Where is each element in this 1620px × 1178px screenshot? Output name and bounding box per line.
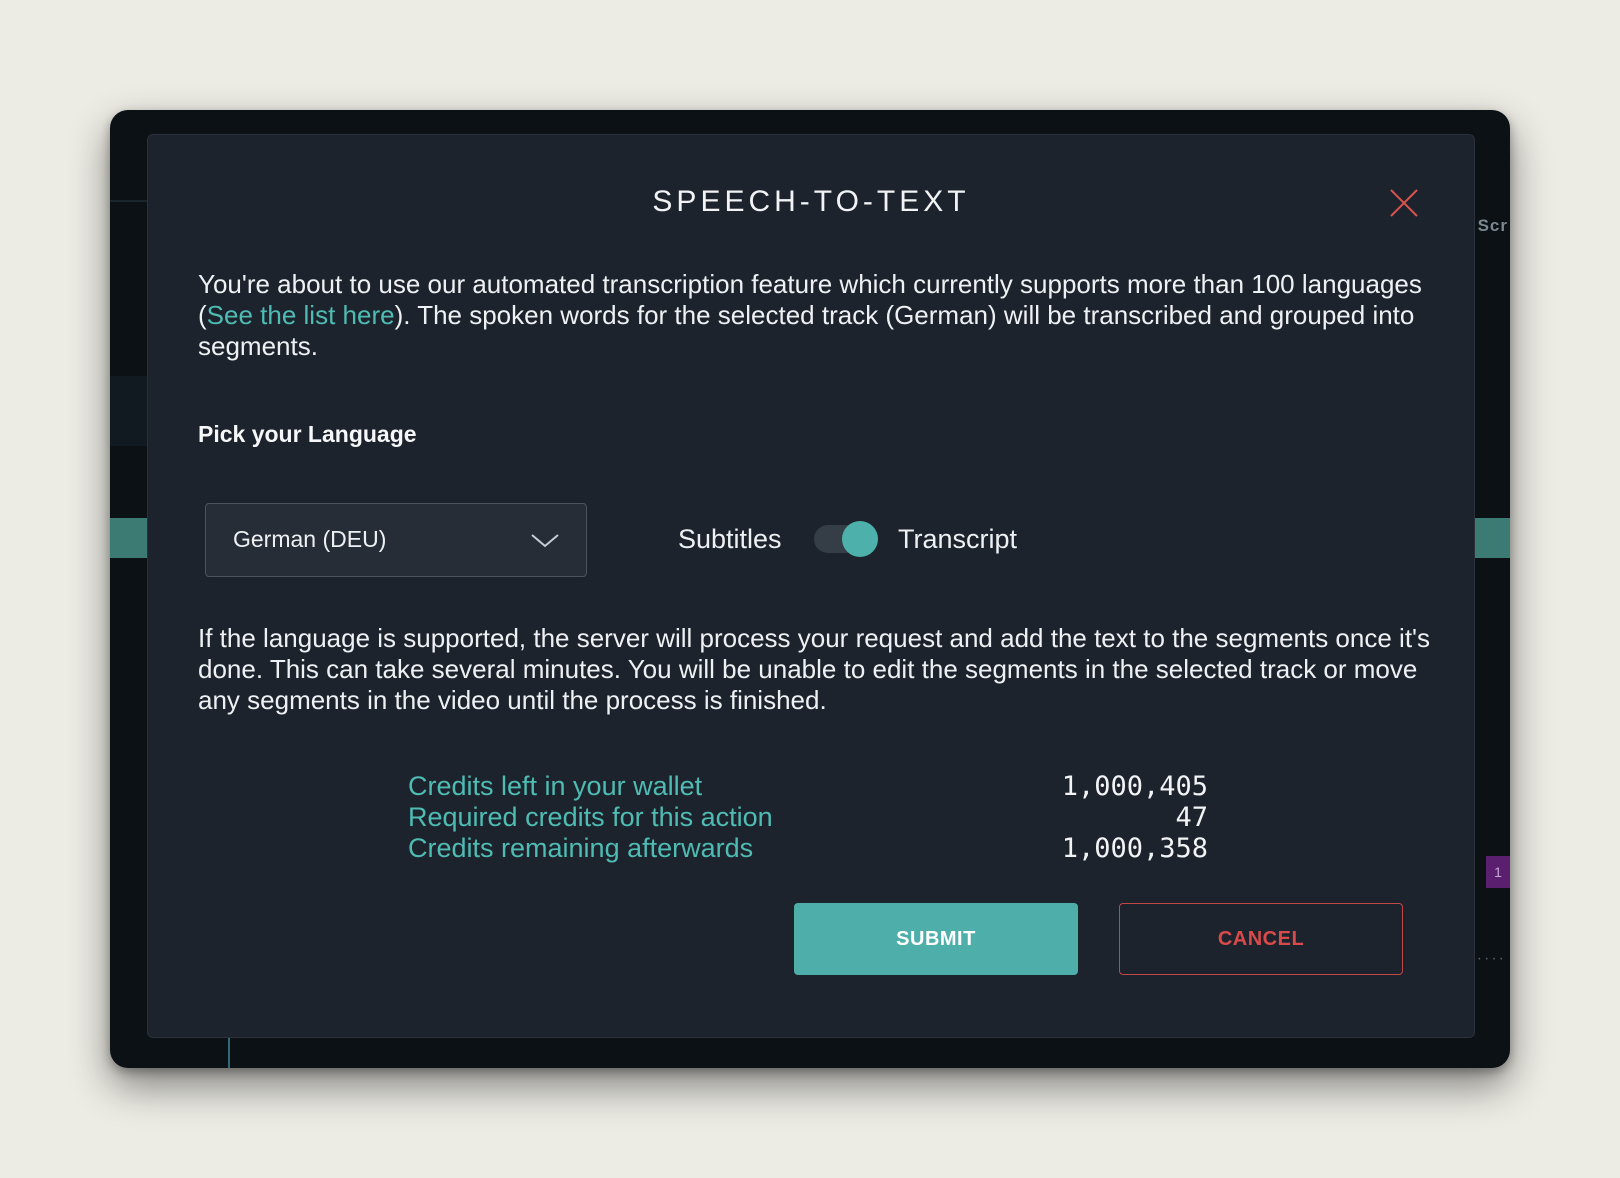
speech-to-text-dialog: SPEECH-TO-TEXT You're about to use our a… xyxy=(147,134,1475,1038)
background-selected-row xyxy=(110,518,150,558)
credit-label: Required credits for this action xyxy=(408,802,773,832)
background-panel xyxy=(110,376,150,446)
credit-value: 1,000,405 xyxy=(1061,771,1208,802)
background-playhead xyxy=(228,1038,230,1068)
credit-label: Credits left in your wallet xyxy=(408,771,703,801)
credit-value: 47 xyxy=(1175,802,1208,833)
background-selected-row-right xyxy=(1470,518,1510,558)
pick-language-label: Pick your Language xyxy=(198,421,417,447)
background-ellipsis: ···· xyxy=(1476,950,1506,967)
toggle-knob xyxy=(842,521,878,557)
close-icon xyxy=(1390,189,1418,217)
close-button[interactable] xyxy=(1388,187,1420,219)
credit-value: 1,000,358 xyxy=(1061,833,1208,864)
credit-row-remaining: Credits remaining afterwards 1,000,358 xyxy=(408,833,1208,864)
background-segment-badge: 1 xyxy=(1486,856,1510,888)
background-column-header: Scr xyxy=(1477,216,1508,235)
process-info-text: If the language is supported, the server… xyxy=(198,623,1431,715)
credit-row-wallet: Credits left in your wallet 1,000,405 xyxy=(408,771,1208,802)
language-select-value: German (DEU) xyxy=(233,526,387,552)
toggle-label-transcript[interactable]: Transcript xyxy=(898,524,1017,555)
credit-label: Credits remaining afterwards xyxy=(408,833,754,863)
cancel-button[interactable]: CANCEL xyxy=(1119,903,1403,975)
chevron-down-icon xyxy=(531,534,559,548)
credits-summary: Credits left in your wallet 1,000,405 Re… xyxy=(408,771,1208,864)
dialog-title: SPEECH-TO-TEXT xyxy=(652,185,970,218)
language-select[interactable]: German (DEU) xyxy=(205,503,587,577)
submit-button[interactable]: SUBMIT xyxy=(794,903,1078,975)
background-divider xyxy=(110,200,150,202)
credit-row-required: Required credits for this action 47 xyxy=(408,802,1208,833)
intro-text: You're about to use our automated transc… xyxy=(198,269,1428,362)
language-list-link[interactable]: See the list here xyxy=(207,300,395,330)
mode-toggle-switch[interactable] xyxy=(814,521,878,557)
toggle-label-subtitles[interactable]: Subtitles xyxy=(678,524,782,555)
